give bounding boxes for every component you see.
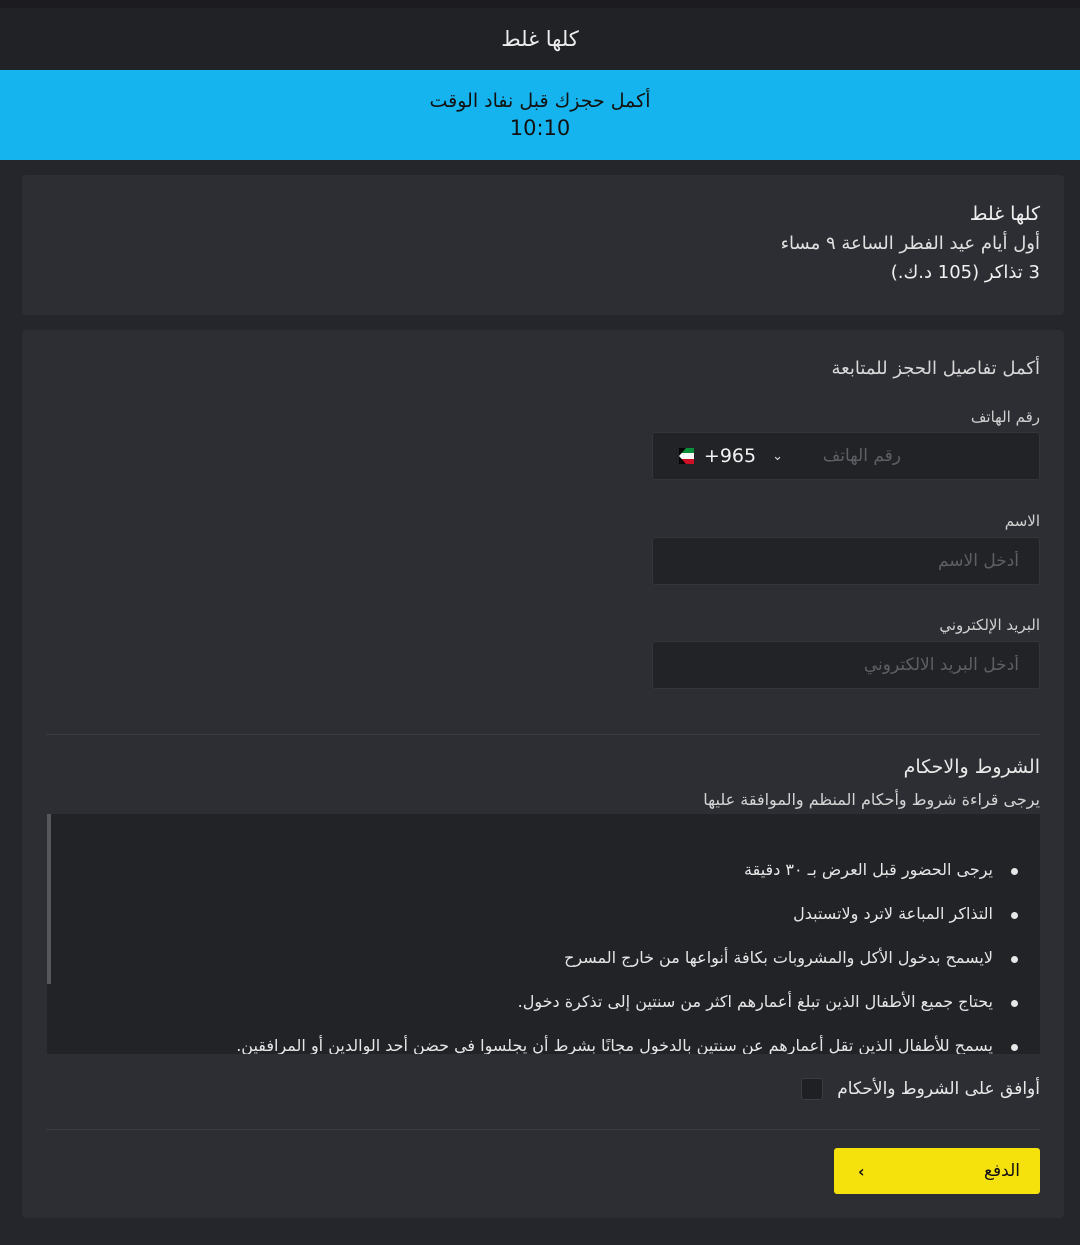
terms-item: لايسمح بدخول الأكل والمشروبات بكافة أنوا… [47, 948, 1018, 992]
bullet-icon [1011, 956, 1018, 963]
bullet-icon [1011, 1044, 1018, 1051]
booking-summary-card: كلها غلط أول أيام عيد الفطر الساعة ٩ مسا… [22, 175, 1064, 315]
chevron-left-icon: ‹ [858, 1161, 865, 1181]
country-code: +965 [703, 445, 757, 467]
phone-input[interactable] [789, 433, 1039, 479]
phone-label: رقم الهاتف [970, 408, 1040, 426]
ticket-count: 3 تذاكر (105 د.ك.) [890, 262, 1040, 283]
booking-form-card: أكمل تفاصيل الحجز للمتابعة رقم الهاتف +9… [22, 330, 1064, 1218]
agree-terms-row[interactable]: أوافق على الشروط والأحكام [801, 1078, 1040, 1100]
name-field [652, 537, 1040, 585]
countdown-time: 10:10 [509, 116, 571, 140]
bullet-icon [1011, 1000, 1018, 1007]
email-input[interactable] [653, 642, 1039, 688]
terms-title: الشروط والاحكام [903, 756, 1040, 778]
bullet-icon [1011, 868, 1018, 875]
chevron-down-icon: ⌄ [772, 448, 783, 464]
event-date: أول أيام عيد الفطر الساعة ٩ مساء [780, 233, 1040, 254]
terms-list-box[interactable]: يرجى الحضور قبل العرض بـ ٣٠ دقيقة التذاك… [47, 814, 1040, 1054]
terms-scrollbar[interactable] [47, 814, 51, 984]
form-heading: أكمل تفاصيل الحجز للمتابعة [831, 358, 1041, 379]
terms-subtitle: يرجى قراءة شروط وأحكام المنظم والموافقة … [703, 790, 1040, 809]
bullet-icon [1011, 912, 1018, 919]
agree-terms-label: أوافق على الشروط والأحكام [837, 1079, 1040, 1099]
kuwait-flag-icon [679, 448, 694, 464]
section-divider [46, 1129, 1040, 1130]
countdown-message: أكمل حجزك قبل نفاد الوقت [429, 90, 651, 112]
pay-button-label: الدفع [983, 1161, 1020, 1181]
checkout-page: كلها غلط أكمل حجزك قبل نفاد الوقت 10:10 … [0, 0, 1080, 1245]
page-title: كلها غلط [501, 27, 579, 51]
email-label: البريد الإلكتروني [939, 616, 1040, 634]
agree-terms-checkbox[interactable] [801, 1078, 824, 1100]
top-bar: كلها غلط [0, 0, 1080, 70]
email-field [652, 641, 1040, 689]
terms-list: يرجى الحضور قبل العرض بـ ٣٠ دقيقة التذاك… [47, 814, 1040, 1054]
terms-item: يسمح للأطفال الذين تقل أعمارهم عن سنتين … [47, 1036, 1018, 1054]
name-label: الاسم [1004, 512, 1040, 530]
event-title: كلها غلط [969, 203, 1040, 225]
terms-item: يحتاج جميع الأطفال الذين تبلغ أعمارهم اك… [47, 992, 1018, 1036]
pay-button[interactable]: ‹ الدفع [834, 1148, 1040, 1194]
section-divider [46, 734, 1040, 735]
name-input[interactable] [653, 538, 1039, 584]
phone-field: +965 ⌄ [652, 432, 1040, 480]
country-code-select[interactable]: +965 ⌄ [653, 433, 783, 479]
terms-item: يرجى الحضور قبل العرض بـ ٣٠ دقيقة [47, 860, 1018, 904]
terms-item: التذاكر المباعة لاترد ولاتستبدل [47, 904, 1018, 948]
countdown-banner: أكمل حجزك قبل نفاد الوقت 10:10 [0, 70, 1080, 160]
